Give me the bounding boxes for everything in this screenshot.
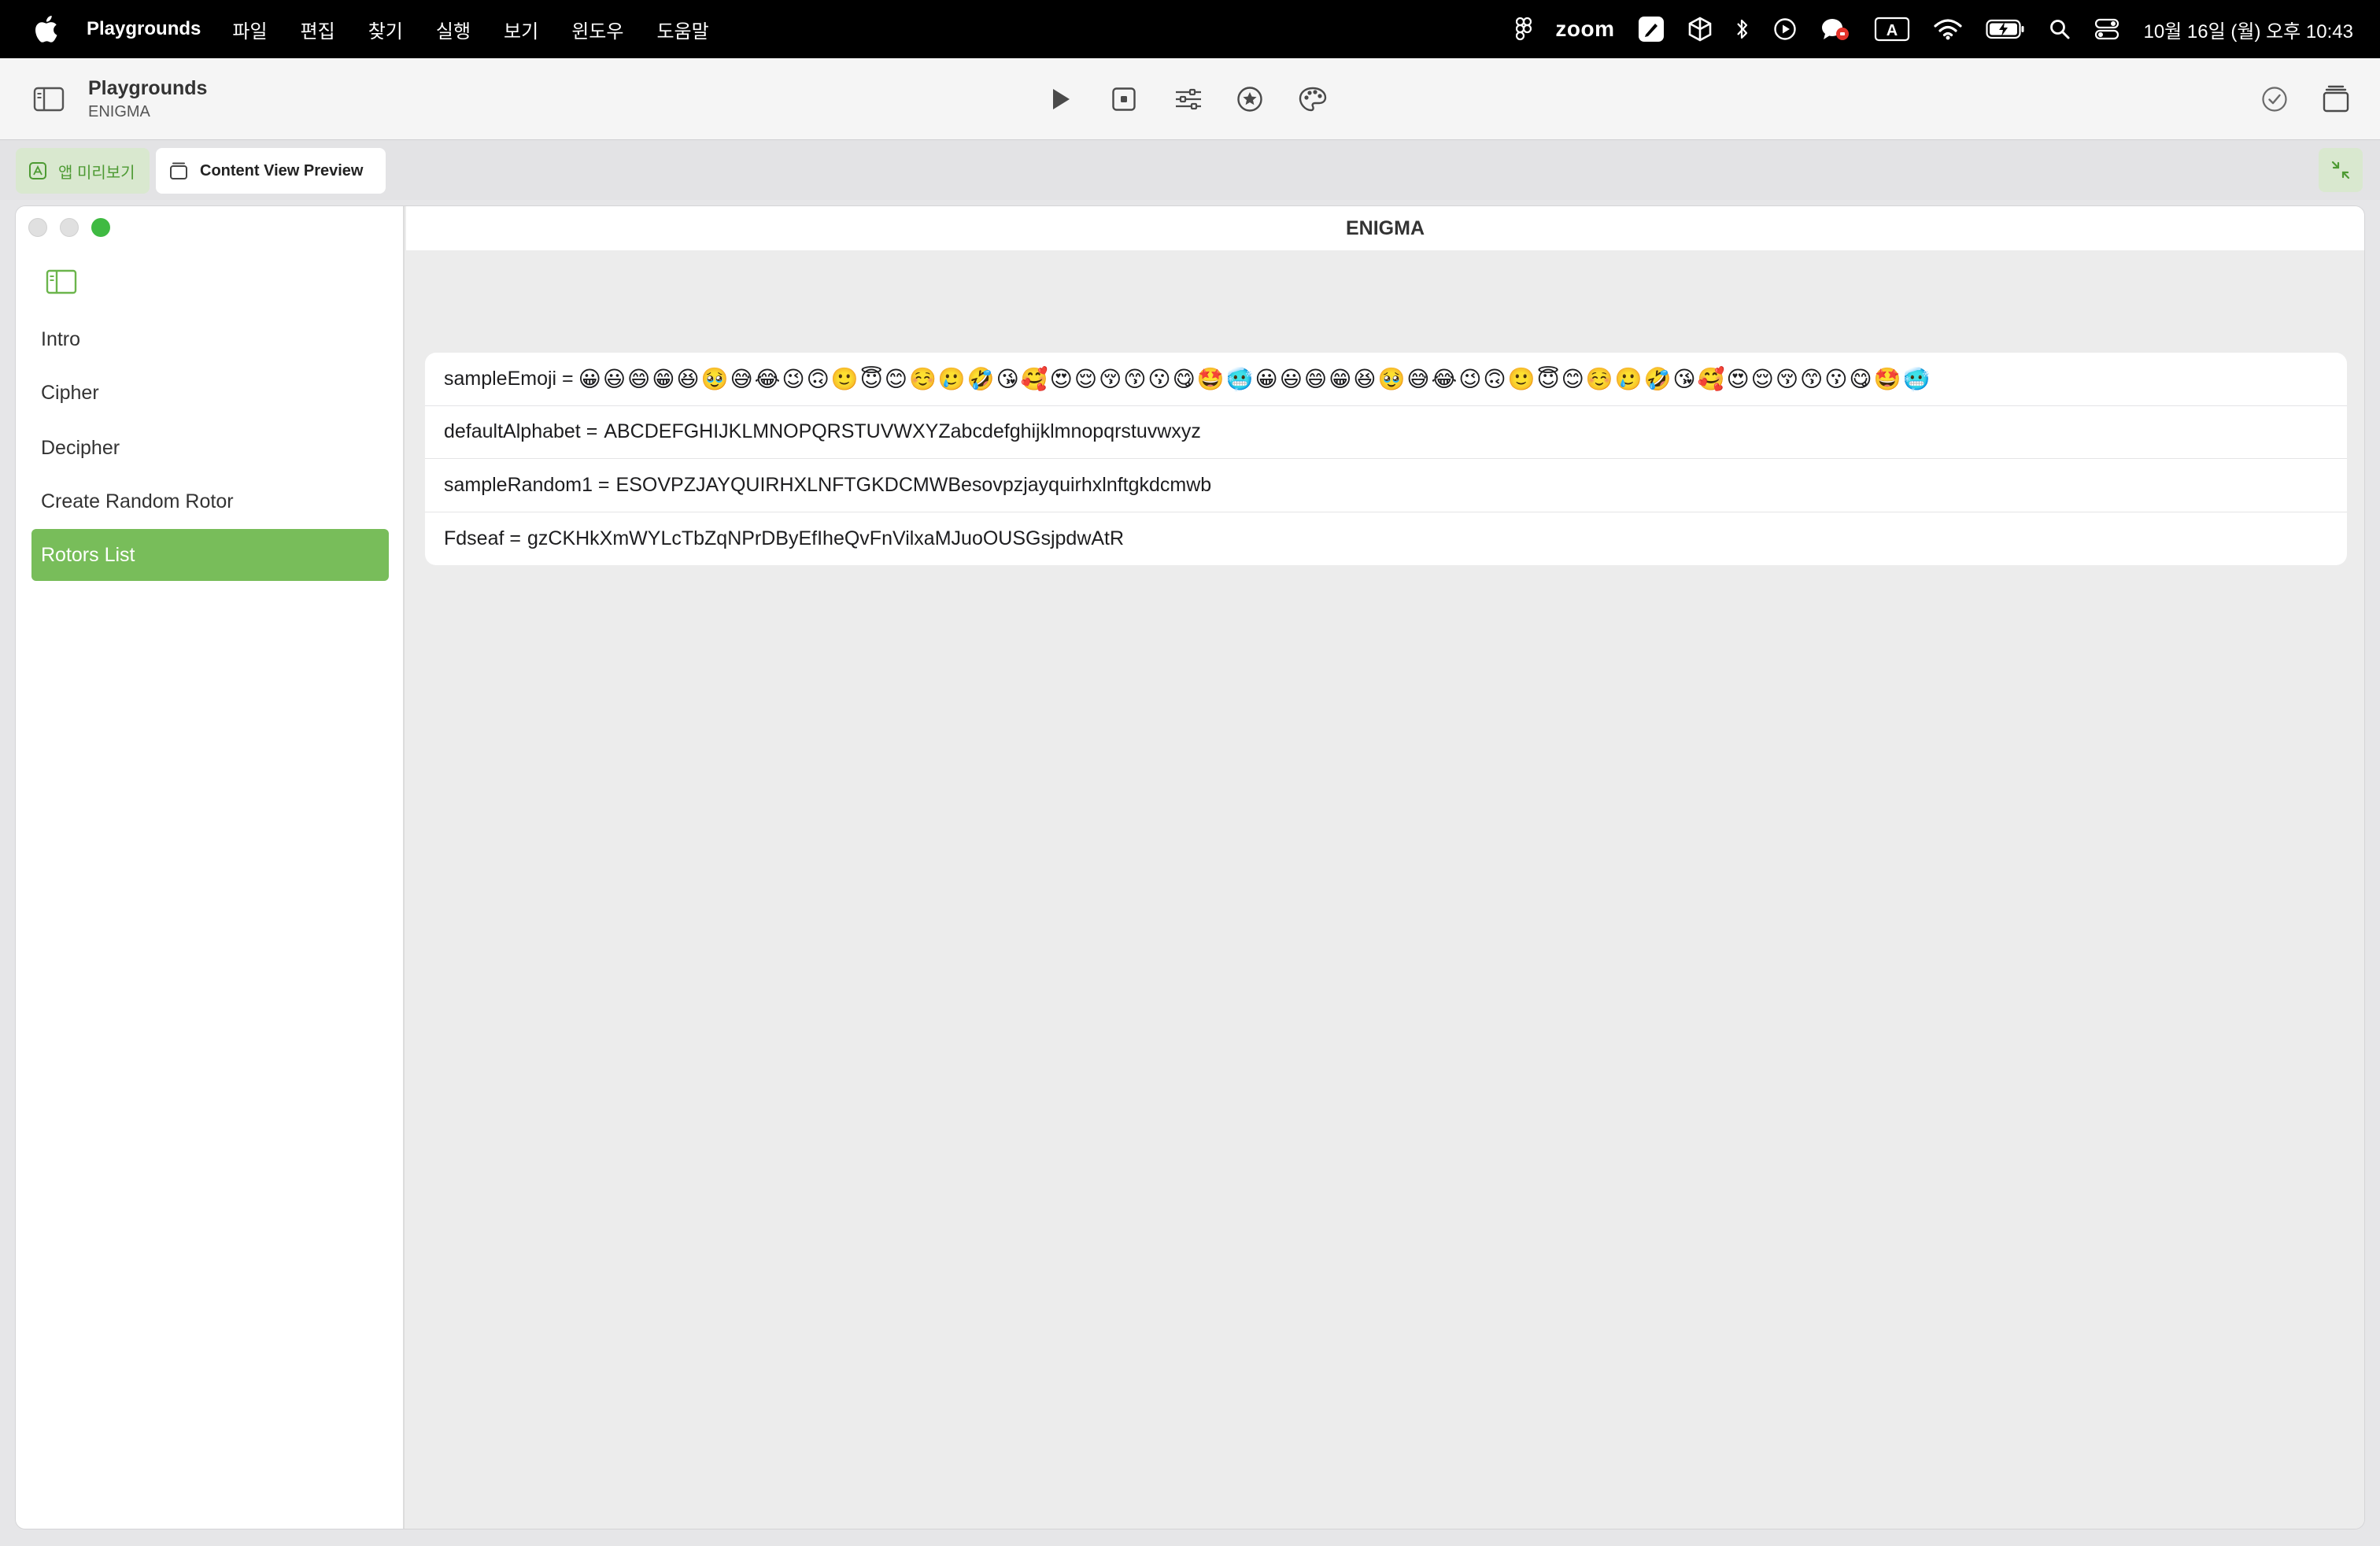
apple-logo-icon[interactable] bbox=[30, 12, 65, 46]
preview-tab-strip: 앱 미리보기 Content View Preview bbox=[0, 140, 2380, 200]
list-item[interactable]: Fdseaf = gzCKHkXmWYLcTbZqNPrDByEfIheQvFn… bbox=[425, 512, 2347, 566]
play-icon bbox=[1053, 89, 1070, 109]
row-value: gzCKHkXmWYLcTbZqNPrDByEfIheQvFnVilxaMJuo… bbox=[527, 527, 1125, 549]
menu-window[interactable]: 윈도우 bbox=[571, 16, 623, 43]
settings-sliders-button[interactable] bbox=[1171, 83, 1206, 115]
library-button[interactable] bbox=[2320, 83, 2352, 115]
sidebar: Intro Cipher Decipher Create Random Roto… bbox=[16, 206, 405, 1529]
sliders-icon bbox=[1176, 88, 1201, 110]
unity-icon[interactable] bbox=[1688, 17, 1712, 42]
collapse-preview-button[interactable] bbox=[2319, 148, 2363, 192]
arrows-collapse-icon bbox=[2331, 161, 2350, 179]
menu-file[interactable]: 파일 bbox=[232, 16, 267, 43]
list-item[interactable]: sampleRandom1 = ESOVPZJAYQUIRHXLNFTGKDCM… bbox=[425, 459, 2347, 512]
sidebar-item-label: Intro bbox=[41, 327, 81, 350]
control-center-icon[interactable] bbox=[2094, 17, 2119, 41]
menu-app-name[interactable]: Playgrounds bbox=[87, 18, 201, 40]
window-minimize-button[interactable] bbox=[60, 218, 79, 237]
document-title: Playgrounds ENIGMA bbox=[88, 77, 207, 121]
row-label: sampleRandom1 = bbox=[444, 473, 610, 496]
menu-help[interactable]: 도움말 bbox=[656, 16, 708, 43]
color-palette-button[interactable] bbox=[1295, 83, 1330, 115]
navigation-title: ENIGMA bbox=[1346, 216, 1425, 239]
sidebar-icon bbox=[33, 87, 65, 112]
sidebar-item-intro[interactable]: Intro bbox=[31, 313, 389, 365]
tab-content-view-preview-label: Content View Preview bbox=[200, 161, 364, 179]
status-area: zoom A 10월 16일 (월) 오후 10:43 bbox=[1516, 0, 2380, 58]
preview-window: Intro Cipher Decipher Create Random Roto… bbox=[16, 206, 2364, 1529]
row-label: Fdseaf = bbox=[444, 527, 521, 549]
document-name: Playgrounds bbox=[88, 77, 208, 99]
sidebar-item-cipher[interactable]: Cipher bbox=[31, 367, 389, 419]
sidebar-item-decipher[interactable]: Decipher bbox=[31, 422, 389, 474]
list-item[interactable]: sampleEmoji = 😀😃😄😁😆🥹😅😂😉🙃🙂😇😊☺️🥲🤣😘🥰😍😌😚😙😗😋🤩… bbox=[425, 353, 2347, 406]
app-toolbar: Playgrounds ENIGMA bbox=[0, 58, 2380, 140]
input-source-icon[interactable]: A bbox=[1874, 17, 1910, 42]
tab-app-preview[interactable]: 앱 미리보기 bbox=[16, 148, 150, 194]
input-source-label: A bbox=[1887, 22, 1898, 39]
row-label: defaultAlphabet = bbox=[444, 420, 598, 443]
document-subtitle: ENIGMA bbox=[88, 103, 150, 120]
detail-pane: ENIGMA sampleEmoji = 😀😃😄😁😆🥹😅😂😉🙃🙂😇😊☺️🥲🤣😘🥰… bbox=[406, 206, 2364, 1529]
menu-run[interactable]: 실행 bbox=[436, 16, 471, 43]
app-preview-icon bbox=[28, 161, 47, 180]
menu-edit[interactable]: 편집 bbox=[301, 16, 335, 43]
sidebar-item-rotors-list[interactable]: Rotors List bbox=[31, 529, 389, 581]
sidebar-toggle-button[interactable] bbox=[31, 83, 66, 115]
star-circle-icon bbox=[1237, 87, 1262, 112]
content-view-icon bbox=[168, 161, 189, 181]
menu-view[interactable]: 보기 bbox=[504, 16, 538, 43]
row-value: ABCDEFGHIJKLMNOPQRSTUVWXYZabcdefghijklmn… bbox=[604, 420, 1201, 443]
sidebar-item-create-random-rotor[interactable]: Create Random Rotor bbox=[31, 475, 389, 527]
stop-square-icon bbox=[1112, 87, 1136, 111]
window-zoom-button[interactable] bbox=[91, 218, 110, 237]
sidebar-icon bbox=[46, 269, 77, 294]
checkmark-button[interactable] bbox=[2259, 83, 2290, 115]
chat-badge-icon[interactable] bbox=[1820, 17, 1850, 42]
sidebar-item-label: Rotors List bbox=[41, 543, 135, 566]
wifi-icon[interactable] bbox=[1934, 18, 1963, 40]
stop-button[interactable] bbox=[1108, 83, 1140, 115]
run-button[interactable] bbox=[1045, 83, 1077, 115]
navigation-bar: ENIGMA bbox=[406, 206, 2364, 250]
row-value: ESOVPZJAYQUIRHXLNFTGKDCMWBesovpzjayquirh… bbox=[615, 473, 1212, 496]
rotors-list: sampleEmoji = 😀😃😄😁😆🥹😅😂😉🙃🙂😇😊☺️🥲🤣😘🥰😍😌😚😙😗😋🤩… bbox=[425, 353, 2347, 565]
battery-icon[interactable] bbox=[1986, 19, 2025, 39]
palette-icon bbox=[1299, 87, 1327, 112]
play-circle-icon[interactable] bbox=[1773, 17, 1797, 41]
sidebar-item-label: Decipher bbox=[41, 436, 120, 459]
bluetooth-icon[interactable] bbox=[1735, 17, 1750, 41]
figma-icon[interactable] bbox=[1516, 17, 1532, 41]
window-close-button[interactable] bbox=[28, 218, 47, 237]
menu-bar: Playgrounds 파일 편집 찾기 실행 보기 윈도우 도움말 zoom … bbox=[0, 0, 2380, 58]
checkmark-circle-icon bbox=[2262, 87, 2287, 112]
menu-find[interactable]: 찾기 bbox=[368, 16, 403, 43]
sidebar-item-label: Cipher bbox=[41, 381, 99, 404]
favorite-button[interactable] bbox=[1234, 83, 1266, 115]
sidebar-item-label: Create Random Rotor bbox=[41, 490, 234, 512]
pencil-app-icon[interactable] bbox=[1638, 16, 1665, 43]
tab-app-preview-label: 앱 미리보기 bbox=[58, 164, 135, 182]
sidebar-collapse-button[interactable] bbox=[46, 269, 77, 298]
list-item[interactable]: defaultAlphabet = ABCDEFGHIJKLMNOPQRSTUV… bbox=[425, 406, 2347, 459]
row-value: 😀😃😄😁😆🥹😅😂😉🙃🙂😇😊☺️🥲🤣😘🥰😍😌😚😙😗😋🤩🥶😀😃😄😁😆🥹😅😂😉🙃🙂😇😊… bbox=[578, 366, 1932, 391]
stack-icon bbox=[2323, 85, 2349, 113]
tab-content-view-preview[interactable]: Content View Preview bbox=[156, 148, 386, 194]
spotlight-search-icon[interactable] bbox=[2049, 18, 2071, 40]
menu-clock[interactable]: 10월 16일 (월) 오후 10:43 bbox=[2143, 16, 2353, 43]
row-label: sampleEmoji = bbox=[444, 367, 574, 390]
zoom-icon[interactable]: zoom bbox=[1555, 17, 1614, 42]
